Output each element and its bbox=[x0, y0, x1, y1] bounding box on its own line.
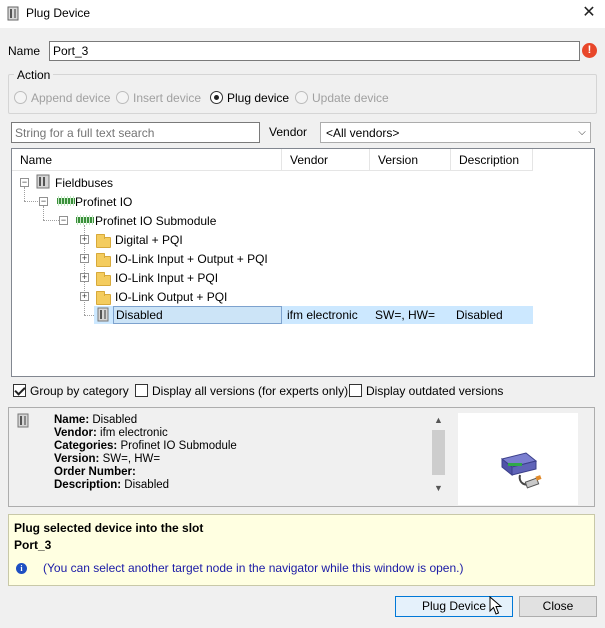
column-header-name[interactable]: Name bbox=[12, 149, 282, 171]
device-icon bbox=[17, 413, 29, 428]
device-tree[interactable]: Name Vendor Version Description − Fieldb… bbox=[11, 148, 595, 377]
selected-device-description: Disabled bbox=[456, 308, 503, 322]
action-legend: Action bbox=[14, 68, 54, 82]
tree-node-profinet-io-submodule[interactable]: Profinet IO Submodule bbox=[95, 214, 216, 228]
column-header-description[interactable]: Description bbox=[451, 149, 533, 171]
info-name: Name: Disabled bbox=[54, 414, 138, 426]
title-bar bbox=[0, 0, 605, 28]
update-device-radio[interactable] bbox=[295, 91, 308, 104]
vendor-label: Vendor bbox=[269, 125, 308, 139]
tree-connector bbox=[43, 206, 44, 220]
plug-device-radio[interactable] bbox=[210, 91, 223, 104]
collapse-icon[interactable]: − bbox=[39, 197, 48, 206]
message-line2: Port_3 bbox=[14, 538, 52, 552]
fieldbus-icon bbox=[36, 174, 50, 189]
vendor-dropdown[interactable]: <All vendors> bbox=[320, 122, 591, 143]
scroll-up-icon[interactable]: ▲ bbox=[432, 414, 445, 426]
tree-node-iolink-output-pqi[interactable]: IO-Link Output + PQI bbox=[115, 290, 227, 304]
append-device-radio[interactable] bbox=[14, 91, 27, 104]
close-icon[interactable]: ✕ bbox=[580, 3, 598, 23]
usb-device-icon bbox=[500, 452, 542, 489]
folder-icon bbox=[96, 234, 111, 248]
info-categories: Categories: Profinet IO Submodule bbox=[54, 440, 237, 452]
folder-icon bbox=[96, 291, 111, 305]
tree-node-iolink-input-output-pqi[interactable]: IO-Link Input + Output + PQI bbox=[115, 252, 268, 266]
folder-icon bbox=[96, 272, 111, 286]
group-by-category-checkbox[interactable] bbox=[13, 384, 26, 397]
expand-icon[interactable]: + bbox=[80, 273, 89, 282]
plug-device-label: Plug device bbox=[227, 91, 290, 105]
message-note: (You can select another target node in t… bbox=[43, 561, 464, 575]
collapse-icon[interactable]: − bbox=[20, 178, 29, 187]
device-icon bbox=[7, 6, 19, 21]
group-by-category-label: Group by category bbox=[30, 384, 129, 398]
chevron-down-icon[interactable]: ⌵ bbox=[574, 122, 590, 143]
tree-node-fieldbuses[interactable]: Fieldbuses bbox=[55, 176, 113, 190]
append-device-label: Append device bbox=[31, 91, 111, 105]
expand-icon[interactable]: + bbox=[80, 254, 89, 263]
column-header-vendor[interactable]: Vendor bbox=[282, 149, 370, 171]
expand-icon[interactable]: + bbox=[80, 292, 89, 301]
error-icon: ! bbox=[582, 43, 597, 58]
tree-connector bbox=[84, 315, 94, 316]
info-description: Description: Disabled bbox=[54, 479, 170, 491]
window-title: Plug Device bbox=[26, 6, 91, 20]
folder-icon bbox=[96, 253, 111, 267]
insert-device-radio[interactable] bbox=[116, 91, 129, 104]
tree-node-digital-pqi[interactable]: Digital + PQI bbox=[115, 233, 183, 247]
collapse-icon[interactable]: − bbox=[59, 216, 68, 225]
insert-device-label: Insert device bbox=[133, 91, 202, 105]
name-input[interactable] bbox=[49, 41, 580, 61]
expand-icon[interactable]: + bbox=[80, 235, 89, 244]
info-icon: i bbox=[16, 563, 27, 574]
update-device-label: Update device bbox=[312, 91, 389, 105]
tree-node-iolink-input-pqi[interactable]: IO-Link Input + PQI bbox=[115, 271, 218, 285]
info-vendor: Vendor: ifm electronic bbox=[54, 427, 168, 439]
device-icon bbox=[97, 307, 109, 322]
info-version: Version: SW=, HW= bbox=[54, 453, 161, 465]
column-header-version[interactable]: Version bbox=[370, 149, 451, 171]
close-button[interactable]: Close bbox=[519, 596, 597, 617]
selected-device-vendor: ifm electronic bbox=[287, 308, 358, 322]
selected-device-version: SW=, HW= bbox=[375, 308, 436, 322]
display-all-versions-label: Display all versions (for experts only) bbox=[152, 384, 349, 398]
info-order-number: Order Number: bbox=[54, 466, 136, 478]
tree-connector bbox=[24, 187, 25, 201]
display-all-versions-checkbox[interactable] bbox=[135, 384, 148, 397]
selected-device-name: Disabled bbox=[116, 308, 163, 322]
profinet-icon bbox=[57, 196, 75, 206]
search-input[interactable] bbox=[11, 122, 260, 143]
tree-node-profinet-io[interactable]: Profinet IO bbox=[75, 195, 132, 209]
profinet-icon bbox=[76, 215, 94, 225]
scroll-down-icon[interactable]: ▼ bbox=[432, 482, 445, 494]
mouse-cursor-icon bbox=[489, 596, 503, 615]
message-line1: Plug selected device into the slot bbox=[14, 521, 204, 535]
name-label: Name bbox=[8, 44, 41, 58]
display-outdated-label: Display outdated versions bbox=[366, 384, 504, 398]
display-outdated-checkbox[interactable] bbox=[349, 384, 362, 397]
device-preview-image bbox=[458, 413, 578, 505]
scroll-thumb[interactable] bbox=[432, 430, 445, 475]
